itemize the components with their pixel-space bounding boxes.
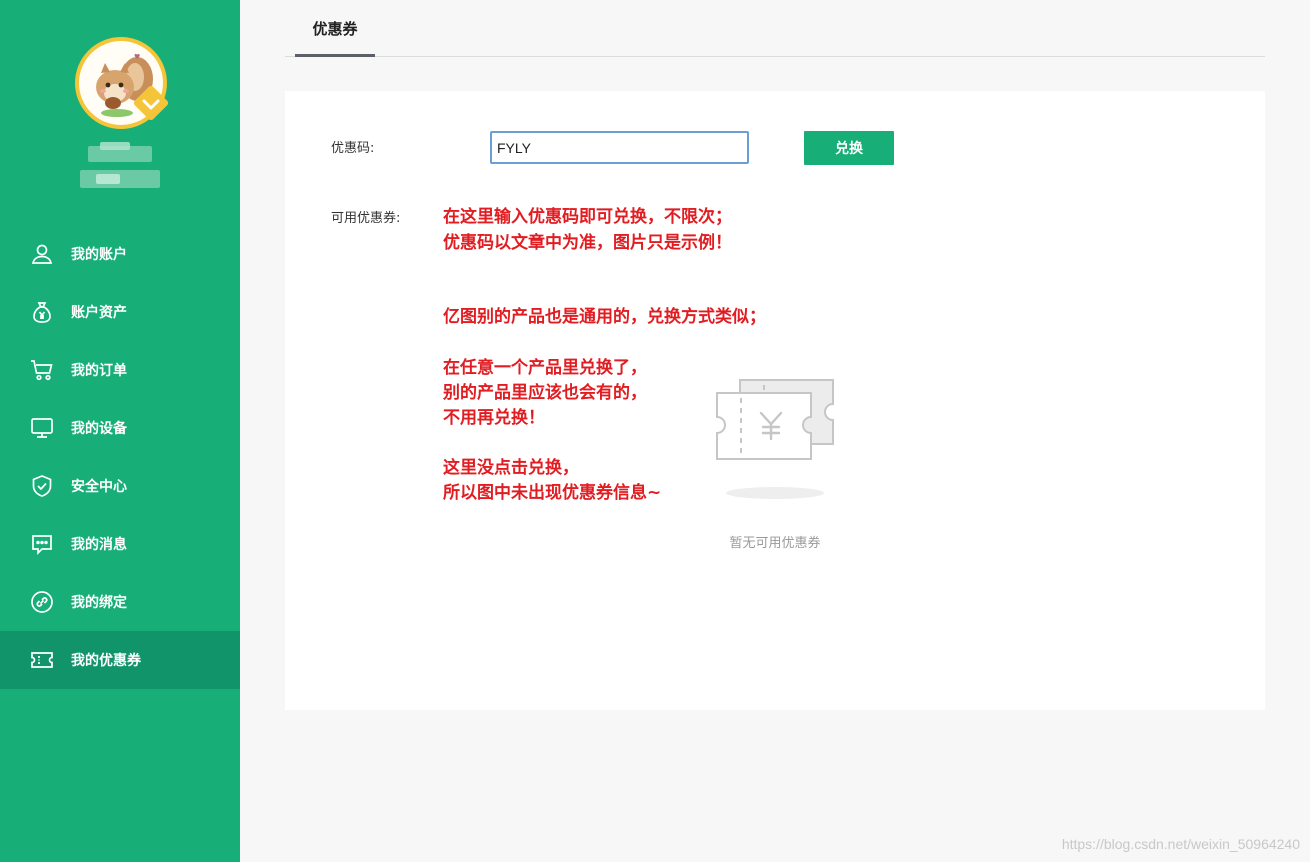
user-icon <box>30 242 54 266</box>
sidebar-item-label: 我的消息 <box>71 537 127 553</box>
sidebar-item-account-assets[interactable]: 账户资产 <box>0 283 240 341</box>
svg-text:♥: ♥ <box>134 53 140 61</box>
annotation-text: 在这里输入优惠码即可兑换，不限次； <box>443 207 732 227</box>
monitor-icon <box>30 416 54 440</box>
sidebar-item-my-messages[interactable]: 我的消息 <box>0 515 240 573</box>
annotation-text: 优惠码以文章中为准，图片只是示例！ <box>443 233 732 253</box>
sidebar-item-my-bindings[interactable]: 我的绑定 <box>0 573 240 631</box>
annotation-text: 在任意一个产品里兑换了， <box>443 358 647 378</box>
sidebar-item-my-orders[interactable]: 我的订单 <box>0 341 240 399</box>
cart-icon <box>30 358 54 382</box>
sidebar-item-label: 我的绑定 <box>71 595 127 611</box>
sidebar-item-security-center[interactable]: 安全中心 <box>0 457 240 515</box>
message-icon <box>30 532 54 556</box>
tab-coupon[interactable]: 优惠券 <box>295 0 375 57</box>
shield-icon <box>30 474 54 498</box>
coupon-code-label: 优惠码: <box>331 141 375 156</box>
annotation-text: 不用再兑换！ <box>443 408 545 428</box>
sidebar-item-label: 安全中心 <box>71 479 127 495</box>
tab-bar: 优惠券 <box>285 0 1265 57</box>
money-bag-icon <box>30 300 54 324</box>
annotation-text: 所以图中未出现优惠券信息~ <box>443 483 662 503</box>
empty-coupon-illustration <box>713 377 843 511</box>
verified-badge-icon <box>132 84 170 122</box>
sidebar-item-label: 我的订单 <box>71 363 127 379</box>
sidebar-item-label: 我的设备 <box>71 421 127 437</box>
sidebar-item-label: 我的优惠券 <box>71 653 141 669</box>
annotation-text: 亿图别的产品也是通用的，兑换方式类似； <box>443 307 766 327</box>
sidebar-item-label: 账户资产 <box>71 305 127 321</box>
annotation-text: 这里没点击兑换， <box>443 458 579 478</box>
available-coupons-label: 可用优惠券: <box>331 211 401 226</box>
watermark-text: https://blog.csdn.net/weixin_50964240 <box>1061 836 1300 852</box>
coupon-icon <box>30 648 54 672</box>
sidebar-item-label: 我的账户 <box>71 247 127 263</box>
coupon-code-input[interactable] <box>490 131 749 164</box>
annotation-text: 别的产品里应该也会有的， <box>443 383 647 403</box>
coupon-panel: 优惠码: 兑换 可用优惠券: 在这里输入优惠码即可兑换，不限次； 优惠码以文章中… <box>285 91 1265 710</box>
sidebar-item-my-coupons[interactable]: 我的优惠券 <box>0 631 240 689</box>
redeem-button[interactable]: 兑换 <box>804 131 894 165</box>
link-icon <box>30 590 54 614</box>
sidebar-menu: 我的账户 账户资产 我的订单 我的设备 安全中心 我的消息 我的绑定 我的优惠券 <box>0 225 240 689</box>
sidebar-item-my-devices[interactable]: 我的设备 <box>0 399 240 457</box>
sidebar-item-my-account[interactable]: 我的账户 <box>0 225 240 283</box>
empty-state-text: 暂无可用优惠券 <box>729 536 821 551</box>
sidebar: ♥ 我的账户 账户资产 我的订单 我的设备 安全中心 我的消息 我的绑定 我的优… <box>0 0 240 862</box>
